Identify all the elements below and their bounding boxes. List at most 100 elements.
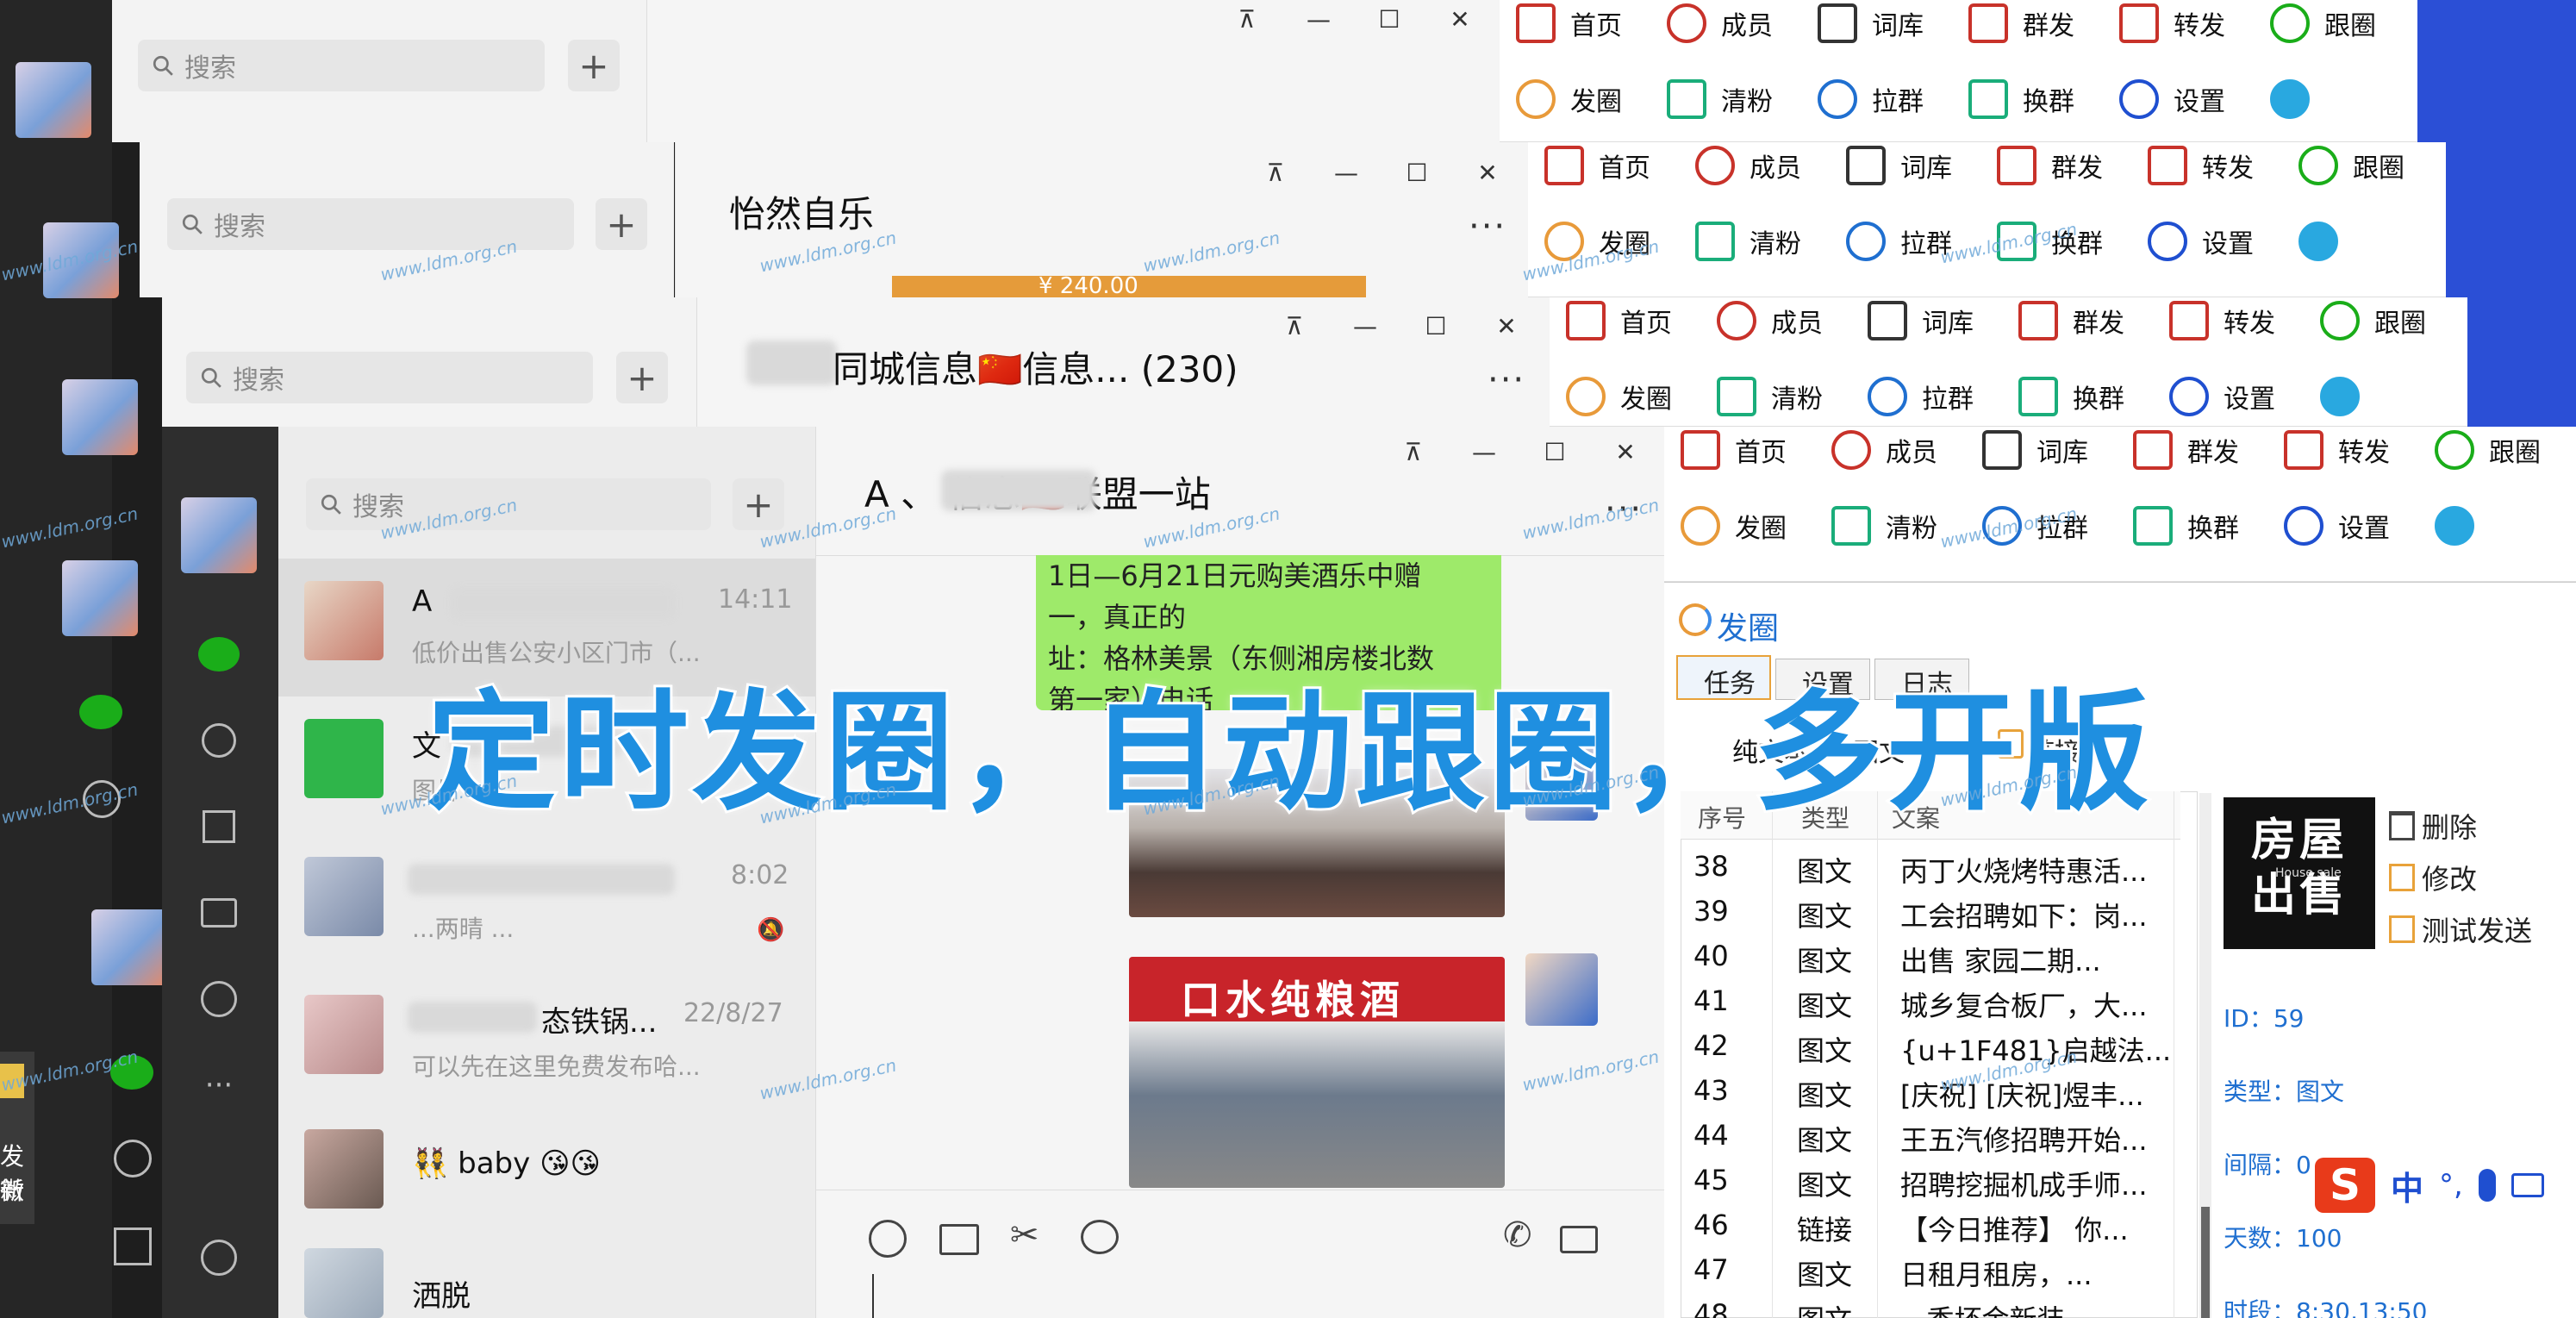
avatar[interactable] [62,560,138,636]
table-scrollbar-thumb[interactable] [2201,1207,2210,1318]
list-item[interactable]: 👯 baby 😘😘 [278,1110,815,1231]
table-row[interactable]: 43 图文 [庆祝] [庆祝]煜丰... [1685,1069,2176,1114]
toolbar-button-forward[interactable]: 转发 [2142,135,2254,196]
toolbar-button-refresh[interactable] [2292,211,2353,272]
toolbar-button-member[interactable]: 成员 [1689,135,1801,196]
microphone-icon[interactable] [2478,1169,2496,1202]
toolbar-button-broadcast[interactable]: 群发 [1962,0,2074,53]
toolbar-button-forward[interactable]: 转发 [2163,290,2275,351]
table-row[interactable]: 39 图文 工会招聘如下：岗... [1685,890,2176,934]
add-button[interactable]: + [616,352,668,403]
pin-icon[interactable]: ⊼ [1228,0,1266,38]
add-button[interactable]: + [596,198,647,250]
toolbar-button-shield[interactable]: 换群 [2127,496,2239,556]
avatar[interactable] [181,497,257,573]
toolbar-button-refresh[interactable] [2264,69,2324,129]
more-icon[interactable]: ··· [1488,360,1525,400]
toolbar-button-forward[interactable]: 转发 [2113,0,2225,53]
toolbar-button-eraser[interactable]: 清粉 [1825,496,1937,556]
ime-mode[interactable]: 中 [2391,1162,2423,1209]
search-input[interactable]: 搜索 [186,352,593,403]
table-row[interactable]: 47 图文 日租月租房，... [1685,1248,2176,1293]
pin-icon[interactable]: ⊼ [1276,307,1313,345]
toolbar-button-broadcast[interactable]: 群发 [2012,290,2124,351]
table-row[interactable]: 46 链接 【今日推荐】 你... [1685,1203,2176,1248]
moments-icon[interactable] [198,978,240,1020]
more-icon[interactable]: ··· [1469,207,1506,247]
toolbar-button-member[interactable]: 成员 [1711,290,1823,351]
table-row[interactable]: 41 图文 城乡复合板厂，大... [1685,979,2176,1024]
toolbar-button-eraser[interactable]: 清粉 [1661,69,1773,129]
toolbar-button-bell[interactable]: 拉群 [1862,366,1974,427]
folder-icon[interactable] [198,892,240,934]
toolbar-button-follow[interactable]: 跟圈 [2264,0,2376,53]
toolbar-button-home[interactable]: 首页 [1560,290,1672,351]
minimize-button[interactable]: — [1327,153,1365,191]
toolbar-button-moments[interactable]: 发圈 [1560,366,1672,427]
toolbar-button-refresh[interactable] [2314,366,2374,427]
toolbar-button-shield[interactable]: 换群 [2012,366,2124,427]
toolbar-button-edit[interactable]: 词库 [1976,420,2088,480]
toolbar-button-home[interactable]: 首页 [1675,420,1787,480]
toolbar-button-forward[interactable]: 转发 [2278,420,2390,480]
toolbar-button-eraser[interactable]: 清粉 [1689,211,1801,272]
list-item[interactable]: 洒脱 [278,1231,815,1318]
table-row[interactable]: 48 图文 ...香坏金新装... [1685,1293,2176,1318]
maximize-button[interactable]: ☐ [1417,307,1455,345]
toolbar-button-moments[interactable]: 发圈 [1510,69,1622,129]
box-icon[interactable] [114,1227,152,1265]
toolbar-button-follow[interactable]: 跟圈 [2429,420,2541,480]
table-row[interactable]: 38 图文 丙丁火烧烤特惠活... [1685,845,2176,890]
toolbar-button-follow[interactable]: 跟圈 [2314,290,2426,351]
chat-icon[interactable] [198,634,240,675]
toolbar-button-gear[interactable]: 设置 [2278,496,2390,556]
minimize-button[interactable]: — [1346,307,1384,345]
toolbar-button-member[interactable]: 成员 [1661,0,1773,53]
folder-icon[interactable] [939,1224,979,1255]
table-row[interactable]: 45 图文 招聘挖掘机成手师... [1685,1159,2176,1203]
toolbar-button-gear[interactable]: 设置 [2163,366,2275,427]
video-call-icon[interactable] [1560,1226,1598,1253]
ime-punct[interactable]: °, [2439,1168,2463,1202]
close-button[interactable]: ✕ [1488,307,1525,345]
toolbar-button-edit[interactable]: 词库 [1812,0,1924,53]
minimize-button[interactable]: — [1465,433,1503,471]
avatar[interactable] [62,379,138,455]
edit-button[interactable]: 修改 [2389,858,2477,897]
contacts-icon[interactable] [114,1140,152,1177]
keyboard-icon[interactable] [2511,1173,2544,1197]
emoji-icon[interactable] [869,1220,907,1258]
close-button[interactable]: ✕ [1441,0,1479,38]
toolbar-button-follow[interactable]: 跟圈 [2292,135,2404,196]
maximize-button[interactable]: ☐ [1370,0,1408,38]
list-item[interactable]: 8:02 ...两晴 ... 🔕 [278,834,815,972]
ime-toolbar[interactable]: S 中 °, [2310,1146,2576,1224]
avatar[interactable] [91,909,167,985]
toolbar-button-edit[interactable]: 词库 [1862,290,1974,351]
pin-icon[interactable]: ⊼ [1257,153,1294,191]
maximize-button[interactable]: ☐ [1536,433,1574,471]
preview-image[interactable]: 房屋出售 House sale [2224,797,2375,949]
chat-icon[interactable] [79,695,122,729]
box-icon[interactable] [198,806,240,847]
contacts-icon[interactable] [198,720,240,761]
maximize-button[interactable]: ☐ [1398,153,1436,191]
search-input[interactable]: 搜索 [138,40,545,91]
toolbar-button-shield[interactable]: 换群 [1962,69,2074,129]
list-item[interactable]: 态铁锅... 22/8/27 可以先在这里免费发布哈... [278,972,815,1110]
mini-program-icon[interactable] [198,1237,240,1278]
delete-button[interactable]: 删除 [2389,806,2477,846]
toolbar-button-broadcast[interactable]: 群发 [2127,420,2239,480]
minimize-button[interactable]: — [1300,0,1338,38]
table-row[interactable]: 42 图文 {u+1F481}启越法... [1685,1024,2176,1069]
add-button[interactable]: + [733,478,784,530]
toolbar-button-moments[interactable]: 发圈 [1675,496,1787,556]
table-row[interactable]: 44 图文 王五汽修招聘开始... [1685,1114,2176,1159]
add-button[interactable]: + [568,40,620,91]
toolbar-button-bell[interactable]: 拉群 [1812,69,1924,129]
toolbar-button-bell[interactable]: 拉群 [1840,211,1952,272]
phone-icon[interactable]: ✆ [1503,1215,1532,1255]
toolbar-button-home[interactable]: 首页 [1510,0,1622,53]
pin-icon[interactable]: ⊼ [1394,433,1432,471]
toolbar-button-refresh[interactable] [2429,496,2489,556]
